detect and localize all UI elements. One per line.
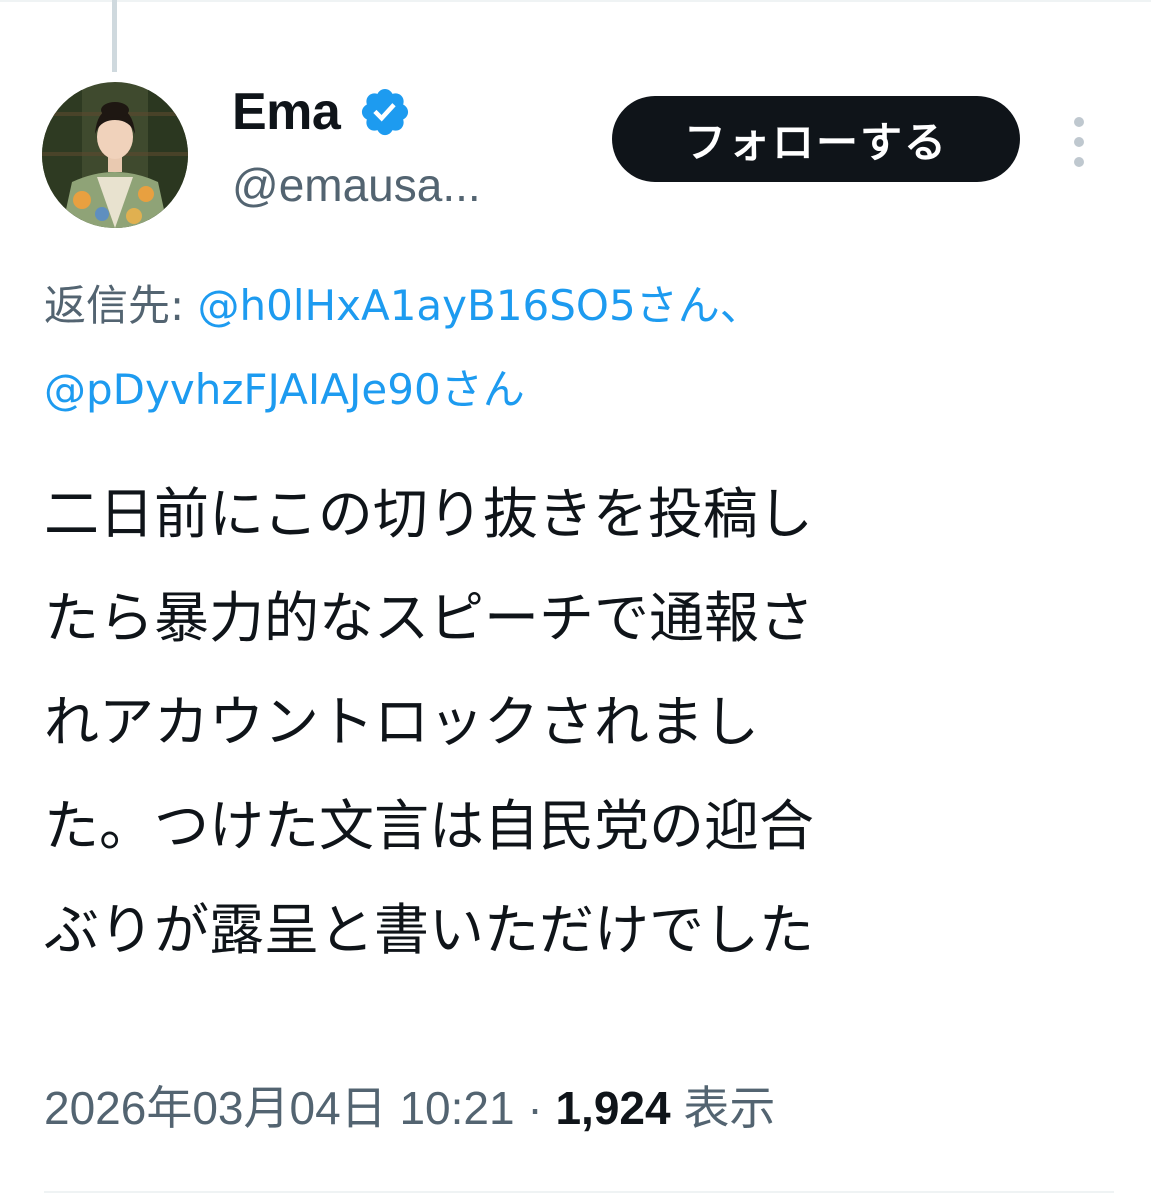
bottom-divider xyxy=(44,1191,1114,1193)
thread-connector-line xyxy=(112,0,117,72)
avatar[interactable] xyxy=(42,82,188,228)
tweet-text-line: 二日前にこの切り抜きを投稿し xyxy=(44,482,813,546)
tweet-text-line: たら暴力的なスピーチで通報さ xyxy=(44,586,815,650)
reply-to-prefix: 返信先: xyxy=(44,281,198,330)
more-vertical-icon[interactable] xyxy=(1062,112,1096,172)
verified-badge-icon xyxy=(358,85,412,139)
reply-to-line: 返信先: @h0lHxA1ayB16SO5さん、 @pDyvhzFJAIAJe9… xyxy=(44,264,1104,432)
author-name-row[interactable]: Ema xyxy=(232,80,412,144)
reply-mention-link[interactable]: @h0lHxA1ayB16SO5さん xyxy=(198,281,720,330)
tweet-text-line: た。つけた文言は自民党の迎合 xyxy=(44,794,815,858)
views-count: 1,924 xyxy=(555,1082,671,1134)
views-label: 表示 xyxy=(670,1082,776,1134)
follow-button[interactable]: フォローする xyxy=(612,96,1020,182)
tweet-text: 二日前にこの切り抜きを投稿し たら暴力的なスピーチで通報さ れアカウントロックさ… xyxy=(44,468,1124,988)
tweet-text-line: れアカウントロックされまし xyxy=(44,690,760,754)
display-name[interactable]: Ema xyxy=(232,82,341,142)
author-handle[interactable]: @emausa... xyxy=(232,158,481,212)
avatar-image xyxy=(42,82,188,228)
tweet-text-line: ぶりが露呈と書いただけでした xyxy=(44,898,815,962)
tweet-meta: 2026年03月04日 10:21 · 1,924 表示 xyxy=(44,1072,775,1138)
meta-separator: · xyxy=(514,1082,556,1134)
timestamp-link[interactable]: 2026年03月04日 10:21 xyxy=(44,1082,515,1134)
reply-mention-link[interactable]: @pDyvhzFJAIAJe90さん xyxy=(44,365,525,414)
top-divider xyxy=(0,0,1151,2)
reply-mention-separator: 、 xyxy=(719,281,762,330)
